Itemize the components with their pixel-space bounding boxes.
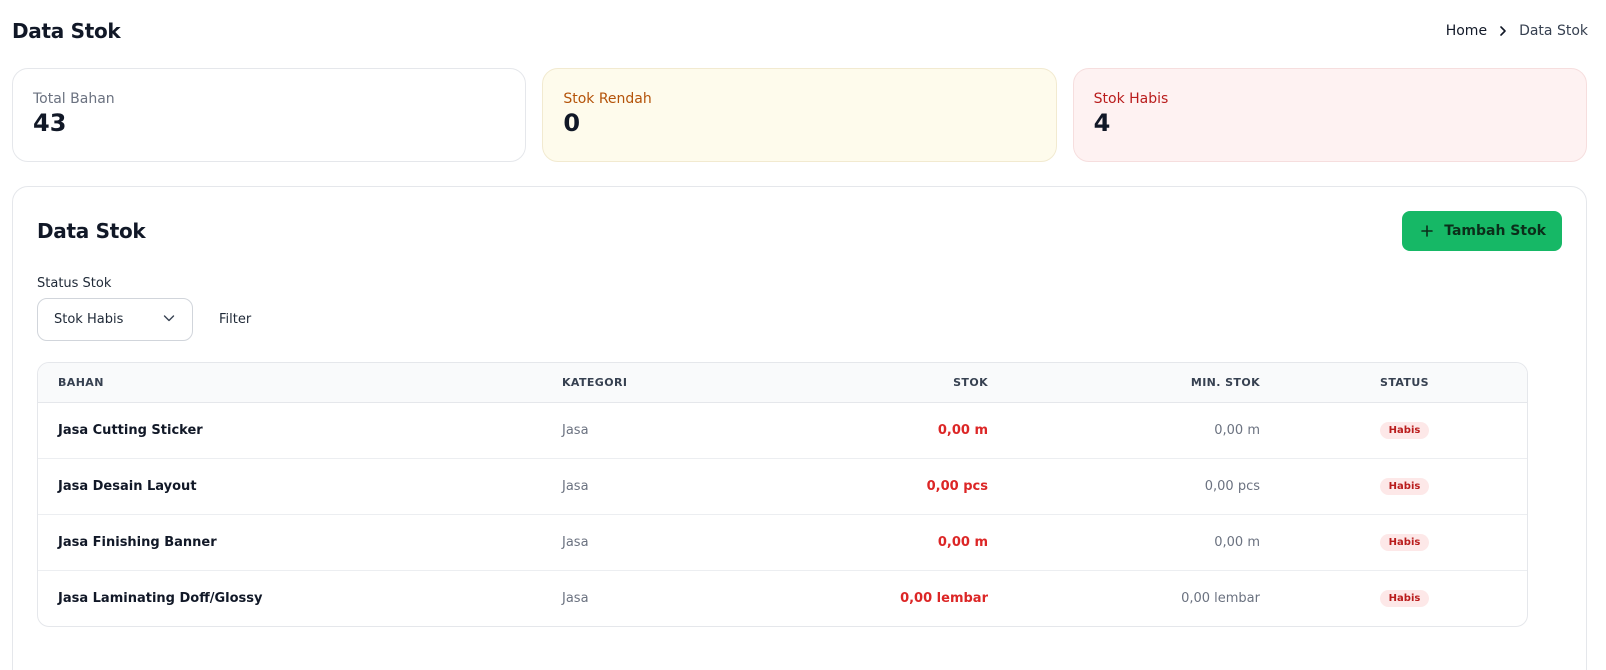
cell-stok: 0,00 lembar	[900, 590, 988, 606]
add-stock-label: Tambah Stok	[1444, 223, 1546, 239]
page-title: Data Stok	[12, 19, 121, 43]
stat-card-low: Stok Rendah 0	[542, 68, 1057, 162]
breadcrumb: Home Data Stok	[1446, 23, 1588, 39]
cell-status: Habis	[1280, 402, 1527, 458]
stats-row: Total Bahan 43 Stok Rendah 0 Stok Habis …	[12, 68, 1587, 162]
stat-label: Total Bahan	[33, 91, 115, 107]
stat-value: 0	[563, 109, 581, 137]
cell-status: Habis	[1280, 458, 1527, 514]
chevron-down-icon	[162, 311, 176, 329]
cell-min-stok: 0,00 m	[1214, 422, 1260, 438]
status-badge: Habis	[1379, 477, 1430, 495]
cell-stok: 0,00 pcs	[926, 478, 988, 494]
page: Data Stok Home Data Stok Total Bahan 43 …	[0, 0, 1606, 670]
cell-kategori: Jasa	[562, 422, 589, 438]
stat-label: Stok Habis	[1093, 91, 1169, 107]
stat-card-empty: Stok Habis 4	[1072, 68, 1587, 162]
breadcrumb-home-link[interactable]: Home	[1446, 23, 1487, 39]
stat-card-total: Total Bahan 43	[12, 68, 527, 162]
table-header-row: BAHAN KATEGORI STOK MIN. STOK STATUS	[38, 363, 1527, 403]
cell-bahan: Jasa Cutting Sticker	[58, 422, 203, 438]
column-header-stok[interactable]: STOK	[752, 363, 1008, 403]
status-select-value: Stok Habis	[54, 312, 124, 327]
cell-kategori: Jasa	[562, 534, 589, 550]
table-row[interactable]: Jasa Cutting Sticker Jasa 0,00 m 0,00 m …	[38, 402, 1527, 458]
stock-card: Data Stok Tambah Stok Status Stok Stok H…	[12, 186, 1587, 670]
cell-bahan: Jasa Laminating Doff/Glossy	[58, 590, 263, 606]
card-title: Data Stok	[37, 219, 146, 243]
plus-icon	[1420, 224, 1434, 238]
table-row[interactable]: Jasa Desain Layout Jasa 0,00 pcs 0,00 pc…	[38, 458, 1527, 514]
column-header-min-stok[interactable]: MIN. STOK	[1008, 363, 1280, 403]
column-header-status[interactable]: STATUS	[1280, 363, 1527, 403]
chevron-right-icon	[1495, 23, 1511, 39]
stock-table: BAHAN KATEGORI STOK MIN. STOK STATUS Jas…	[37, 362, 1528, 627]
status-badge: Habis	[1379, 589, 1430, 607]
cell-min-stok: 0,00 m	[1214, 534, 1260, 550]
status-filter-label: Status Stok	[37, 276, 112, 291]
page-header: Data Stok Home Data Stok	[12, 16, 1588, 46]
stat-label: Stok Rendah	[563, 91, 652, 107]
column-header-kategori[interactable]: KATEGORI	[542, 363, 752, 403]
cell-min-stok: 0,00 lembar	[1181, 590, 1260, 606]
cell-bahan: Jasa Desain Layout	[58, 478, 197, 494]
table-row[interactable]: Jasa Finishing Banner Jasa 0,00 m 0,00 m…	[38, 514, 1527, 570]
add-stock-button[interactable]: Tambah Stok	[1402, 211, 1562, 251]
status-badge: Habis	[1379, 533, 1430, 551]
cell-stok: 0,00 m	[937, 422, 988, 438]
cell-min-stok: 0,00 pcs	[1204, 478, 1260, 494]
cell-stok: 0,00 m	[937, 534, 988, 550]
table-row[interactable]: Jasa Laminating Doff/Glossy Jasa 0,00 le…	[38, 570, 1527, 626]
stat-value: 43	[33, 109, 67, 137]
cell-status: Habis	[1280, 514, 1527, 570]
cell-status: Habis	[1280, 570, 1527, 626]
filter-button[interactable]: Filter	[219, 312, 251, 327]
cell-bahan: Jasa Finishing Banner	[58, 534, 217, 550]
status-badge: Habis	[1379, 421, 1430, 439]
card-header: Data Stok Tambah Stok	[37, 211, 1562, 251]
cell-kategori: Jasa	[562, 478, 589, 494]
filter-row: Stok Habis Filter	[37, 298, 251, 341]
cell-kategori: Jasa	[562, 590, 589, 606]
breadcrumb-current: Data Stok	[1519, 23, 1588, 39]
status-select[interactable]: Stok Habis	[37, 298, 193, 341]
column-header-bahan[interactable]: BAHAN	[38, 363, 542, 403]
stat-value: 4	[1093, 109, 1111, 137]
